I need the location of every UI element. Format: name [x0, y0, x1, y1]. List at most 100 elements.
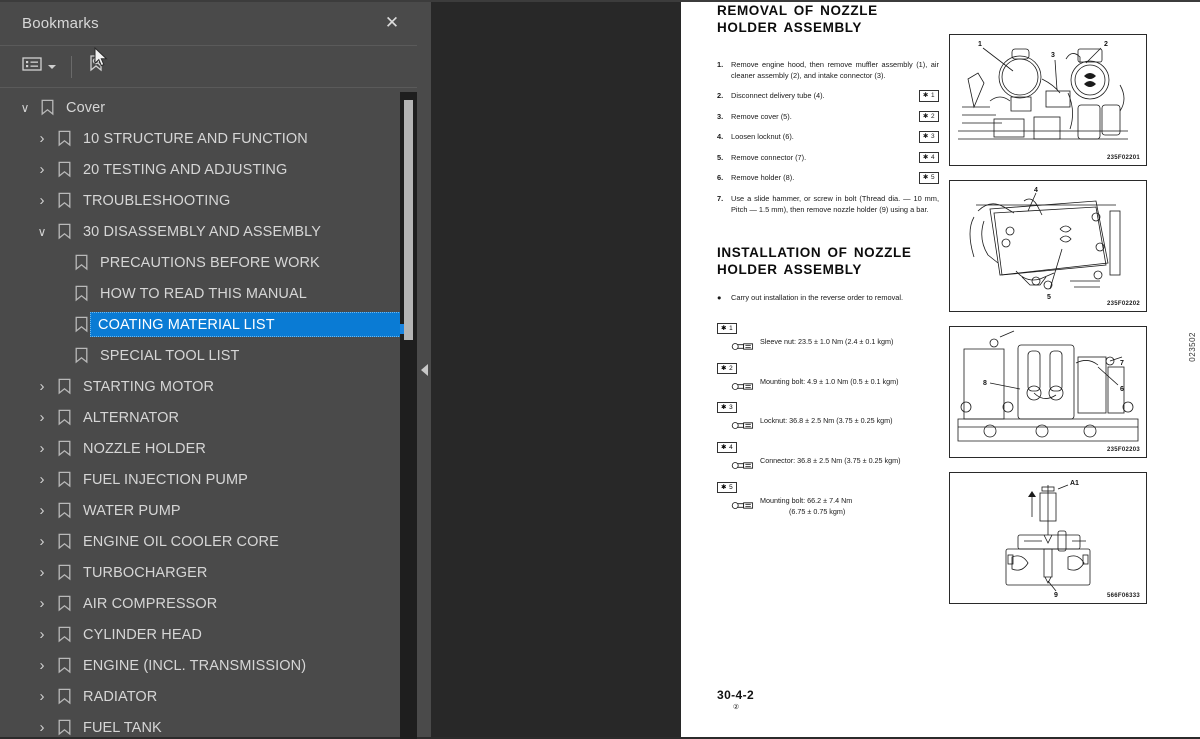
figure-id: 566F06333	[1106, 593, 1140, 599]
bookmark-item-fuel-tank[interactable]: › FUEL TANK	[0, 712, 417, 737]
torque-wrench-icon	[731, 338, 755, 350]
list-options-icon	[22, 56, 42, 77]
bookmark-item-turbocharger[interactable]: › TURBOCHARGER	[0, 557, 417, 588]
torque-wrench-icon	[731, 497, 755, 509]
chevron-right-icon[interactable]: ›	[31, 192, 53, 209]
bookmark-item-label: HOW TO READ THIS MANUAL	[100, 285, 307, 302]
bookmark-item-10-structure-and-function[interactable]: › 10 STRUCTURE AND FUNCTION	[0, 123, 417, 154]
torque-reference-chip: ✱ 1	[918, 90, 939, 102]
bookmark-item-label: CYLINDER HEAD	[83, 626, 202, 643]
bookmark-item-alternator[interactable]: › ALTERNATOR	[0, 402, 417, 433]
bullet-glyph: ●	[717, 293, 722, 303]
chevron-right-icon[interactable]: ›	[31, 657, 53, 674]
step-number: 2.	[717, 91, 724, 101]
bookmark-item-label: AIR COMPRESSOR	[83, 595, 218, 612]
chevron-right-icon[interactable]: ›	[31, 409, 53, 426]
bookmark-item-special-tool-list[interactable]: SPECIAL TOOL LIST	[0, 340, 417, 371]
bookmark-item-fuel-injection-pump[interactable]: › FUEL INJECTION PUMP	[0, 464, 417, 495]
bookmarks-panel: Bookmarks ✕ ∨ Cover › 10 STRUCTURE AND F…	[0, 0, 417, 739]
svg-text:3: 3	[1051, 52, 1055, 59]
removal-step: 6. Remove holder (8). ✱ 5	[717, 172, 939, 184]
bookmark-item-engine-oil-cooler-core[interactable]: › ENGINE OIL COOLER CORE	[0, 526, 417, 557]
figure-slide-hammer: A1 9 566F06333	[949, 472, 1147, 604]
chevron-right-icon[interactable]: ›	[31, 564, 53, 581]
bookmark-item-label: ALTERNATOR	[83, 409, 180, 426]
figure-4-drawing: A1 9	[1005, 480, 1091, 599]
chevron-right-icon[interactable]: ›	[31, 161, 53, 178]
bookmark-item-label: Cover	[66, 99, 106, 116]
figure-id: 235F02203	[1106, 447, 1140, 453]
installation-bullet: ● Carry out installation in the reverse …	[717, 292, 939, 303]
close-icon[interactable]: ✕	[381, 13, 403, 35]
pdf-page: REMOVAL OF NOZZLE HOLDER ASSEMBLY 1. Remo…	[681, 2, 1200, 737]
torque-spec-text: Mounting bolt: 4.9 ± 1.0 Nm (0.5 ± 0.1 k…	[760, 376, 899, 386]
bookmark-icon	[53, 130, 75, 147]
bookmark-item-cover[interactable]: ∨ Cover	[0, 92, 417, 123]
torque-reference-chip: ✱ 4	[918, 151, 939, 164]
chevron-right-icon[interactable]: ›	[31, 440, 53, 457]
chevron-right-icon[interactable]: ›	[31, 719, 53, 736]
figure-engine-overview: 1 2 3 235F02201	[949, 34, 1147, 166]
torque-spec: ✱ 2 Mounting bolt: 4.9 ± 1.0 Nm (0.5 ± 0.…	[717, 357, 939, 390]
bookmark-icon	[53, 564, 75, 581]
torque-spec-text: Mounting bolt: 66.2 ± 7.4 Nm	[760, 495, 853, 505]
bookmark-icon	[53, 378, 75, 395]
step-text: Disconnect delivery tube (4).	[731, 91, 825, 101]
bookmark-item-radiator[interactable]: › RADIATOR	[0, 681, 417, 712]
removal-steps-list: 1. Remove engine hood, then remove muffle…	[717, 59, 939, 216]
bookmark-item-troubleshooting[interactable]: › TROUBLESHOOTING	[0, 185, 417, 216]
torque-wrench-icon	[731, 378, 755, 390]
chevron-right-icon[interactable]: ›	[31, 130, 53, 147]
bookmark-item-label: TURBOCHARGER	[83, 564, 208, 581]
bookmark-item-precautions-before-work[interactable]: PRECAUTIONS BEFORE WORK	[0, 247, 417, 278]
bookmark-item-starting-motor[interactable]: › STARTING MOTOR	[0, 371, 417, 402]
bookmark-icon	[53, 626, 75, 643]
bookmark-item-coating-material-list[interactable]: COATING MATERIAL LIST	[0, 309, 417, 340]
bookmarks-tree[interactable]: ∨ Cover › 10 STRUCTURE AND FUNCTION › 20 TEST…	[0, 88, 417, 737]
bookmark-icon	[36, 99, 58, 116]
bookmark-icon	[53, 192, 75, 209]
torque-spec-line: Connector: 36.8 ± 2.5 Nm (3.75 ± 0.25 kg…	[717, 456, 939, 470]
chevron-right-icon[interactable]: ›	[31, 626, 53, 643]
torque-reference-chip: ✱ 2	[918, 110, 939, 123]
torque-spec-text: Connector: 36.8 ± 2.5 Nm (3.75 ± 0.25 kg…	[760, 456, 901, 466]
step-number: 5.	[717, 152, 724, 162]
bookmark-item-label: PRECAUTIONS BEFORE WORK	[100, 254, 320, 271]
chevron-down-icon[interactable]: ∨	[14, 101, 36, 115]
bookmark-item-20-testing-and-adjusting[interactable]: › 20 TESTING AND ADJUSTING	[0, 154, 417, 185]
find-bookmark-button[interactable]	[83, 54, 111, 80]
step-text: Remove cover (5).	[731, 111, 792, 121]
bookmark-item-cylinder-head[interactable]: › CYLINDER HEAD	[0, 619, 417, 650]
bookmark-item-how-to-read-this-manual[interactable]: HOW TO READ THIS MANUAL	[0, 278, 417, 309]
figure-1-drawing: 1 2 3	[958, 41, 1128, 140]
bookmark-icon	[53, 688, 75, 705]
bookmark-item-label: FUEL TANK	[83, 719, 162, 736]
chevron-right-icon[interactable]: ›	[31, 378, 53, 395]
bookmark-item-nozzle-holder[interactable]: › NOZZLE HOLDER	[0, 433, 417, 464]
chevron-right-icon[interactable]: ›	[31, 595, 53, 612]
bookmarks-scrollbar-thumb[interactable]	[404, 100, 413, 340]
bookmark-icon	[53, 657, 75, 674]
torque-spec-text: Sleeve nut: 23.5 ± 1.0 Nm (2.4 ± 0.1 kgm…	[760, 336, 894, 346]
panel-collapse-handle[interactable]	[417, 0, 431, 737]
chevron-right-icon[interactable]: ›	[31, 471, 53, 488]
bookmark-options-button[interactable]	[18, 54, 60, 80]
chevron-right-icon[interactable]: ›	[31, 688, 53, 705]
bookmark-item-engine-incl-transmission[interactable]: › ENGINE (INCL. TRANSMISSION)	[0, 650, 417, 681]
figure-cover-delivery-tube: 4 5 235F02202	[949, 180, 1147, 312]
bookmark-item-30-disassembly-and-assembly[interactable]: ∨ 30 DISASSEMBLY AND ASSEMBLY	[0, 216, 417, 247]
page-folio: 30-4-2 ②	[717, 688, 755, 711]
bookmark-item-water-pump[interactable]: › WATER PUMP	[0, 495, 417, 526]
bookmark-icon	[70, 254, 92, 271]
chevron-down-icon[interactable]: ∨	[31, 225, 53, 239]
bookmark-item-air-compressor[interactable]: › AIR COMPRESSOR	[0, 588, 417, 619]
document-viewer[interactable]: REMOVAL OF NOZZLE HOLDER ASSEMBLY 1. Remo…	[431, 0, 1200, 737]
bookmark-row-content: COATING MATERIAL LIST	[90, 312, 417, 337]
bookmarks-scrollbar[interactable]	[400, 92, 417, 739]
chevron-right-icon[interactable]: ›	[31, 533, 53, 550]
installation-heading: INSTALLATION OF NOZZLE HOLDER ASSEMBLY	[717, 244, 912, 278]
bookmark-item-label: 30 DISASSEMBLY AND ASSEMBLY	[83, 223, 322, 240]
step-text: Remove connector (7).	[731, 152, 807, 162]
svg-text:4: 4	[1034, 187, 1038, 194]
chevron-right-icon[interactable]: ›	[31, 502, 53, 519]
